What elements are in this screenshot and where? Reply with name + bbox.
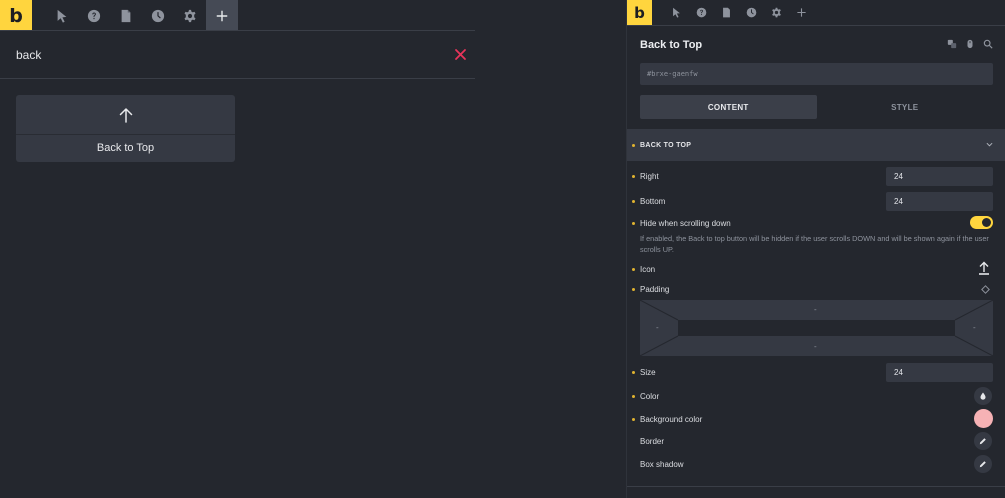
changed-indicator-dot (632, 143, 635, 147)
chevron-down-icon (986, 142, 993, 147)
changed-indicator-dot (632, 288, 635, 291)
settings-icon (772, 7, 781, 18)
toolbar-history-button[interactable] (739, 0, 764, 25)
element-card-icon-area (16, 95, 235, 135)
elements-panel: b Back to Top (0, 0, 475, 498)
close-icon[interactable] (454, 48, 467, 61)
left-toolbar: b (0, 0, 238, 31)
changed-indicator-dot (632, 175, 635, 178)
bottom-input[interactable]: 24 (886, 192, 993, 211)
background-color-label: Background color (640, 415, 703, 424)
builder-logo[interactable]: b (0, 0, 32, 31)
toolbar-settings-button[interactable] (174, 0, 206, 31)
changed-indicator-dot (632, 371, 635, 374)
add-icon (797, 8, 806, 17)
hide-scroll-description: If enabled, the Back to top button will … (640, 234, 989, 254)
pencil-icon (979, 461, 986, 468)
toolbar-history-button[interactable] (142, 0, 174, 31)
element-search-row (0, 31, 475, 79)
link-element-icon[interactable] (947, 39, 957, 49)
color-picker-button[interactable] (974, 387, 992, 405)
border-edit-button[interactable] (974, 432, 992, 450)
background-color-swatch[interactable] (974, 409, 993, 428)
toolbar-pages-button[interactable] (714, 0, 739, 25)
hide-scroll-toggle[interactable] (970, 216, 993, 229)
toolbar-select-button[interactable] (664, 0, 689, 25)
pages-icon (121, 9, 131, 22)
toolbar-add-button[interactable] (206, 0, 238, 31)
toolbar-settings-button[interactable] (764, 0, 789, 25)
droplet-icon (980, 392, 986, 400)
changed-indicator-dot (632, 418, 635, 421)
cursor-icon (57, 9, 67, 23)
builder-logo[interactable]: b (627, 0, 652, 25)
tab-content[interactable]: CONTENT (640, 95, 817, 119)
toolbar-select-button[interactable] (46, 0, 78, 31)
border-label: Border (640, 437, 665, 446)
size-label: Size (640, 368, 656, 377)
css-id-field[interactable]: #brxe-gaenfw (640, 63, 993, 85)
settings-icon (184, 9, 196, 22)
element-card-label: Back to Top (96, 142, 155, 154)
history-icon (746, 7, 757, 18)
changed-indicator-dot (632, 395, 635, 398)
color-label: Color (640, 392, 660, 401)
panel-divider (627, 486, 1005, 487)
padding-top-input[interactable]: - (814, 305, 817, 314)
help-icon (87, 9, 101, 22)
control-group-back-to-top[interactable]: BACK TO TOP (627, 129, 1005, 161)
changed-indicator-dot (632, 222, 635, 225)
element-card-back-to-top[interactable]: Back to Top (16, 95, 235, 162)
element-settings-panel: b Back to Top #brxe-gaenfw CONTENT STYLE (626, 0, 1005, 498)
padding-control: - - - - (640, 300, 993, 356)
box-shadow-label: Box shadow (640, 460, 684, 469)
icon-label: Icon (640, 265, 656, 274)
padding-right-input[interactable]: - (973, 323, 976, 332)
help-icon (696, 7, 707, 18)
add-icon (216, 10, 228, 21)
hide-scroll-label: Hide when scrolling down (640, 219, 731, 228)
changed-indicator-dot (632, 200, 635, 203)
right-label: Right (640, 172, 659, 181)
padding-label: Padding (640, 285, 670, 294)
toolbar-add-button[interactable] (789, 0, 814, 25)
unlink-icon[interactable] (981, 285, 990, 294)
element-search-input[interactable] (16, 48, 436, 62)
settings-tabs: CONTENT STYLE (640, 95, 993, 119)
tab-style[interactable]: STYLE (817, 95, 994, 119)
size-input[interactable]: 24 (886, 363, 993, 382)
mouse-icon[interactable] (965, 39, 975, 49)
panel-title: Back to Top (640, 39, 703, 51)
bottom-label: Bottom (640, 197, 666, 206)
toolbar-help-button[interactable] (689, 0, 714, 25)
padding-left-input[interactable]: - (656, 323, 659, 332)
arrow-up-icon (119, 107, 132, 123)
box-shadow-edit-button[interactable] (974, 455, 992, 473)
toolbar-pages-button[interactable] (110, 0, 142, 31)
cursor-icon (673, 7, 680, 18)
right-toolbar: b (627, 0, 1005, 26)
pencil-icon (979, 438, 986, 445)
pages-icon (723, 7, 730, 18)
padding-bottom-input[interactable]: - (814, 342, 817, 351)
history-icon (151, 9, 165, 22)
toolbar-help-button[interactable] (78, 0, 110, 31)
upload-arrow-icon[interactable] (978, 261, 990, 275)
right-input[interactable]: 24 (886, 167, 993, 186)
changed-indicator-dot (632, 268, 635, 271)
panel-title-actions (947, 39, 993, 49)
search-icon[interactable] (983, 39, 993, 49)
control-group-label: BACK TO TOP (640, 141, 692, 149)
